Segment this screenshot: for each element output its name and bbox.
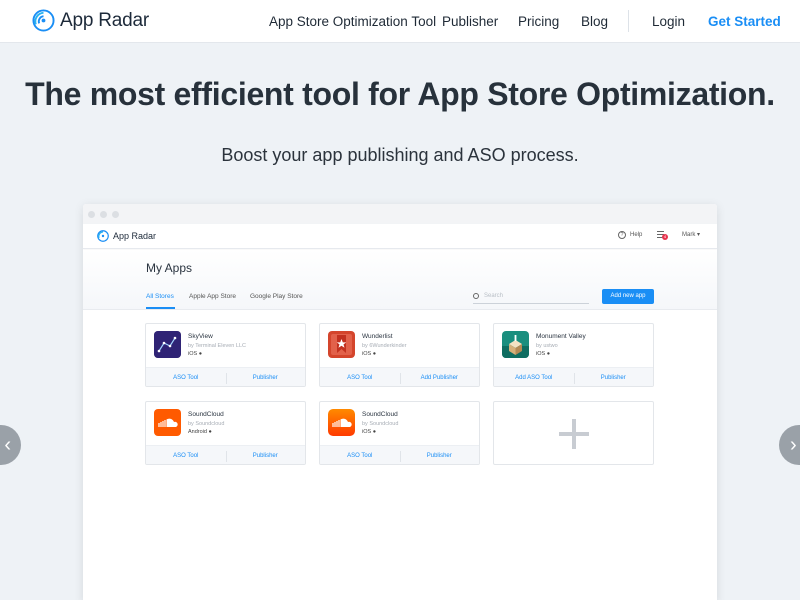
mockup-brand-name: App Radar [113,231,157,241]
aso-tool-link: ASO Tool [173,453,199,459]
app-card-soundcloud-android: SoundCloud by Soundcloud Android ● ASO T… [145,401,306,465]
mockup-subheader: My Apps All Stores Apple App Store Googl… [83,250,717,310]
app-name: SkyView [188,333,213,340]
aso-tool-link: ASO Tool [173,375,199,381]
mockup-app-header: App Radar ? Help 4 Mark ▾ [83,224,717,249]
wunderlist-icon [328,331,355,358]
mockup-add-new-app-button: Add new app [602,289,654,304]
window-dot-close [88,211,95,218]
app-name: SoundCloud [362,411,398,418]
nav-aso-tool[interactable]: App Store Optimization Tool [269,14,436,29]
active-tab-indicator [146,307,175,309]
apple-icon: ● [198,351,203,357]
browser-chrome [83,204,717,224]
app-card-soundcloud-ios: SoundCloud by Soundcloud iOS ● ASO Tool … [319,401,480,465]
android-icon: ● [208,429,212,435]
aso-tool-link: ASO Tool [347,375,373,381]
notification-badge: 4 [662,234,668,240]
publisher-link: Publisher [252,375,278,381]
monument-valley-icon [502,331,529,358]
brand-name: App Radar [60,9,150,31]
app-developer: by Soundcloud [188,421,225,427]
product-screenshot-mockup: App Radar ? Help 4 Mark ▾ My Apps All St… [83,204,717,600]
mockup-search-input: Search [473,293,589,304]
publisher-link: Publisher [426,453,452,459]
mockup-help-label: Help [630,232,643,238]
app-developer: by Terminal Eleven LLC [188,343,246,349]
hero-title: The most efficient tool for App Store Op… [25,76,775,112]
soundcloud-icon [154,409,181,436]
top-navigation: App Radar App Store Optimization Tool Pu… [0,0,800,43]
publisher-link: Publisher [600,375,626,381]
chevron-right-icon: › [790,434,797,456]
app-radar-logo[interactable]: App Radar [32,9,149,32]
add-aso-tool-link: Add ASO Tool [515,375,553,381]
app-platform: iOS ● [362,351,377,357]
card-actions: ASO Tool Publisher [320,445,479,464]
window-dot-minimize [100,211,107,218]
apple-icon: ● [372,429,377,435]
app-card-wunderlist: Wunderlist by 6Wunderkinder iOS ● ASO To… [319,323,480,387]
app-card-monument-valley: Monument Valley by ustwo iOS ● Add ASO T… [493,323,654,387]
nav-pricing[interactable]: Pricing [518,14,559,29]
search-icon [473,293,479,299]
search-placeholder: Search [484,293,504,299]
mockup-tab-apple-app-store: Apple App Store [189,293,236,300]
app-card-skyview: SkyView by Terminal Eleven LLC iOS ● ASO… [145,323,306,387]
app-platform: Android ● [188,429,212,435]
app-platform: iOS ● [536,351,551,357]
card-actions: ASO Tool Add Publisher [320,367,479,386]
app-developer: by 6Wunderkinder [362,343,407,349]
help-icon: ? [618,231,626,239]
app-developer: by Soundcloud [362,421,399,427]
mockup-help: ? Help [618,231,642,239]
login-link[interactable]: Login [652,14,685,29]
nav-blog[interactable]: Blog [581,14,608,29]
app-developer: by ustwo [536,343,558,349]
card-actions: Add ASO Tool Publisher [494,367,653,386]
nav-divider [628,10,629,32]
apple-icon: ● [546,351,551,357]
mockup-user-menu: Mark ▾ [682,232,701,238]
app-name: Monument Valley [536,333,586,340]
apple-icon: ● [372,351,377,357]
chevron-left-icon: ‹ [4,434,11,456]
mockup-tab-all-stores: All Stores [146,293,174,300]
carousel-prev-button[interactable]: ‹ [0,425,21,465]
aso-tool-link: ASO Tool [347,453,373,459]
add-app-card [493,401,654,465]
mockup-page-title: My Apps [146,261,193,275]
app-platform: iOS ● [362,429,377,435]
app-platform: iOS ● [188,351,203,357]
nav-publisher[interactable]: Publisher [442,14,498,29]
mockup-tab-google-play-store: Google Play Store [250,293,303,300]
card-actions: ASO Tool Publisher [146,445,305,464]
window-dot-maximize [112,211,119,218]
notifications-icon: 4 [657,231,668,240]
radar-logo-icon [97,230,109,242]
add-publisher-link: Add Publisher [420,375,458,381]
publisher-link: Publisher [252,453,278,459]
skyview-icon [154,331,181,358]
radar-logo-icon [32,9,55,32]
hero-subtitle: Boost your app publishing and ASO proces… [221,145,579,165]
app-name: SoundCloud [188,411,224,418]
carousel-next-button[interactable]: › [779,425,800,465]
app-name: Wunderlist [362,333,393,340]
soundcloud-icon [328,409,355,436]
card-actions: ASO Tool Publisher [146,367,305,386]
mockup-logo: App Radar [97,230,156,242]
get-started-link[interactable]: Get Started [708,14,781,29]
